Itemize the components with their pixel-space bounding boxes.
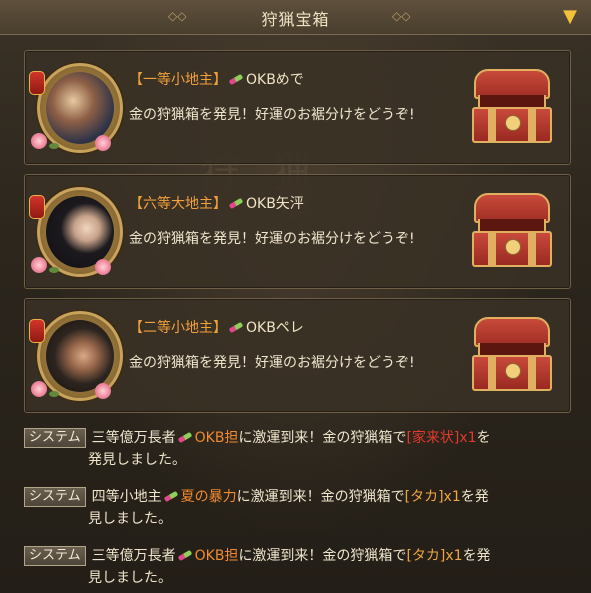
avatar xyxy=(29,181,123,281)
system-text-line2: 見しました。 xyxy=(88,511,172,527)
title-bar: ◇◇ 狩猟宝箱 ◇◇ ▼ xyxy=(0,0,591,35)
system-message: システム 三等億万長者 OKB担に激運到来！金の狩猟箱で[家来状]x1を 発見しまし… xyxy=(24,427,584,471)
player-rank: 【一等小地主】 xyxy=(129,72,227,88)
system-message: システム 四等小地主 夏の暴力に激運到来！金の狩猟箱で[タカ]x1を発 見しました。 xyxy=(24,486,584,530)
avatar xyxy=(29,305,123,405)
flower-icon xyxy=(95,135,111,151)
player-rank: 【二等小地主】 xyxy=(129,320,227,336)
flower-icon xyxy=(31,257,47,273)
system-player-name[interactable]: OKB担 xyxy=(195,430,239,446)
brush-icon xyxy=(228,73,244,85)
system-player-name[interactable]: 夏の暴力 xyxy=(181,489,237,505)
brush-icon xyxy=(177,431,192,443)
card-message: 金の狩猟箱を発見！好運のお裾分けをどうぞ! xyxy=(129,355,415,371)
lantern-icon xyxy=(29,319,45,343)
player-name[interactable]: OKBペレ xyxy=(246,320,304,336)
treasure-chest-button[interactable] xyxy=(468,315,552,391)
system-badge: システム xyxy=(24,487,86,507)
flower-icon xyxy=(95,383,111,399)
system-text: を発 xyxy=(462,548,491,564)
player-rank: 【六等大地主】 xyxy=(129,196,227,212)
system-rank: 四等小地主 xyxy=(91,489,162,505)
page-title: 狩猟宝箱 xyxy=(261,10,330,29)
ornament-right-icon: ◇◇ xyxy=(392,9,411,23)
chest-card: 【一等小地主】 OKBめで 金の狩猟箱を発見！好運のお裾分けをどうぞ! xyxy=(24,50,571,165)
system-text: を xyxy=(476,430,491,446)
player-name[interactable]: OKBめで xyxy=(246,72,304,88)
chest-card: 【六等大地主】 OKB矢泙 金の狩猟箱を発見！好運のお裾分けをどうぞ! xyxy=(24,174,571,289)
leaf-icon xyxy=(49,267,59,273)
avatar-portrait xyxy=(46,320,114,392)
leaf-icon xyxy=(49,391,59,397)
system-text: に激運到来！金の狩猟箱で xyxy=(236,489,405,505)
system-text-line2: 発見しました。 xyxy=(88,452,186,468)
system-item[interactable]: [家来状]x1 xyxy=(406,430,476,446)
player-name[interactable]: OKB矢泙 xyxy=(246,196,304,212)
card-title: 【二等小地主】 OKBペレ xyxy=(129,317,304,337)
system-text: に激運到来！金の狩猟箱で xyxy=(238,548,407,564)
card-message: 金の狩猟箱を発見！好運のお裾分けをどうぞ! xyxy=(129,107,415,123)
system-item[interactable]: [タカ]x1 xyxy=(405,489,461,505)
brush-icon xyxy=(228,197,244,209)
card-message: 金の狩猟箱を発見！好運のお裾分けをどうぞ! xyxy=(129,231,415,247)
lantern-icon xyxy=(29,195,45,219)
flower-icon xyxy=(95,259,111,275)
system-rank: 三等億万長者 xyxy=(91,430,176,446)
system-rank: 三等億万長者 xyxy=(91,548,176,564)
system-text: を発 xyxy=(460,489,489,505)
collapse-button[interactable]: ▼ xyxy=(557,4,583,30)
avatar-portrait xyxy=(46,196,114,268)
leaf-icon xyxy=(49,143,59,149)
flower-icon xyxy=(31,381,47,397)
treasure-chest-button[interactable] xyxy=(468,191,552,267)
avatar-portrait xyxy=(46,72,114,144)
chest-card: 【二等小地主】 OKBペレ 金の狩猟箱を発見！好運のお裾分けをどうぞ! xyxy=(24,298,571,413)
brush-icon xyxy=(228,321,244,333)
system-player-name[interactable]: OKB担 xyxy=(195,548,239,564)
avatar xyxy=(29,57,123,157)
system-item[interactable]: [タカ]x1 xyxy=(406,548,462,564)
flower-icon xyxy=(31,133,47,149)
lantern-icon xyxy=(29,71,45,95)
card-title: 【六等大地主】 OKB矢泙 xyxy=(129,193,304,213)
treasure-chest-button[interactable] xyxy=(468,67,552,143)
chevron-down-icon: ▼ xyxy=(563,6,577,27)
system-badge: システム xyxy=(24,428,86,448)
brush-icon xyxy=(177,549,192,561)
system-message: システム 三等億万長者 OKB担に激運到来！金の狩猟箱で[タカ]x1を発 見しました… xyxy=(24,545,584,589)
system-badge: システム xyxy=(24,546,86,566)
system-text: に激運到来！金の狩猟箱で xyxy=(238,430,407,446)
brush-icon xyxy=(163,490,178,502)
system-text-line2: 見しました。 xyxy=(88,570,172,586)
card-title: 【一等小地主】 OKBめで xyxy=(129,69,304,89)
